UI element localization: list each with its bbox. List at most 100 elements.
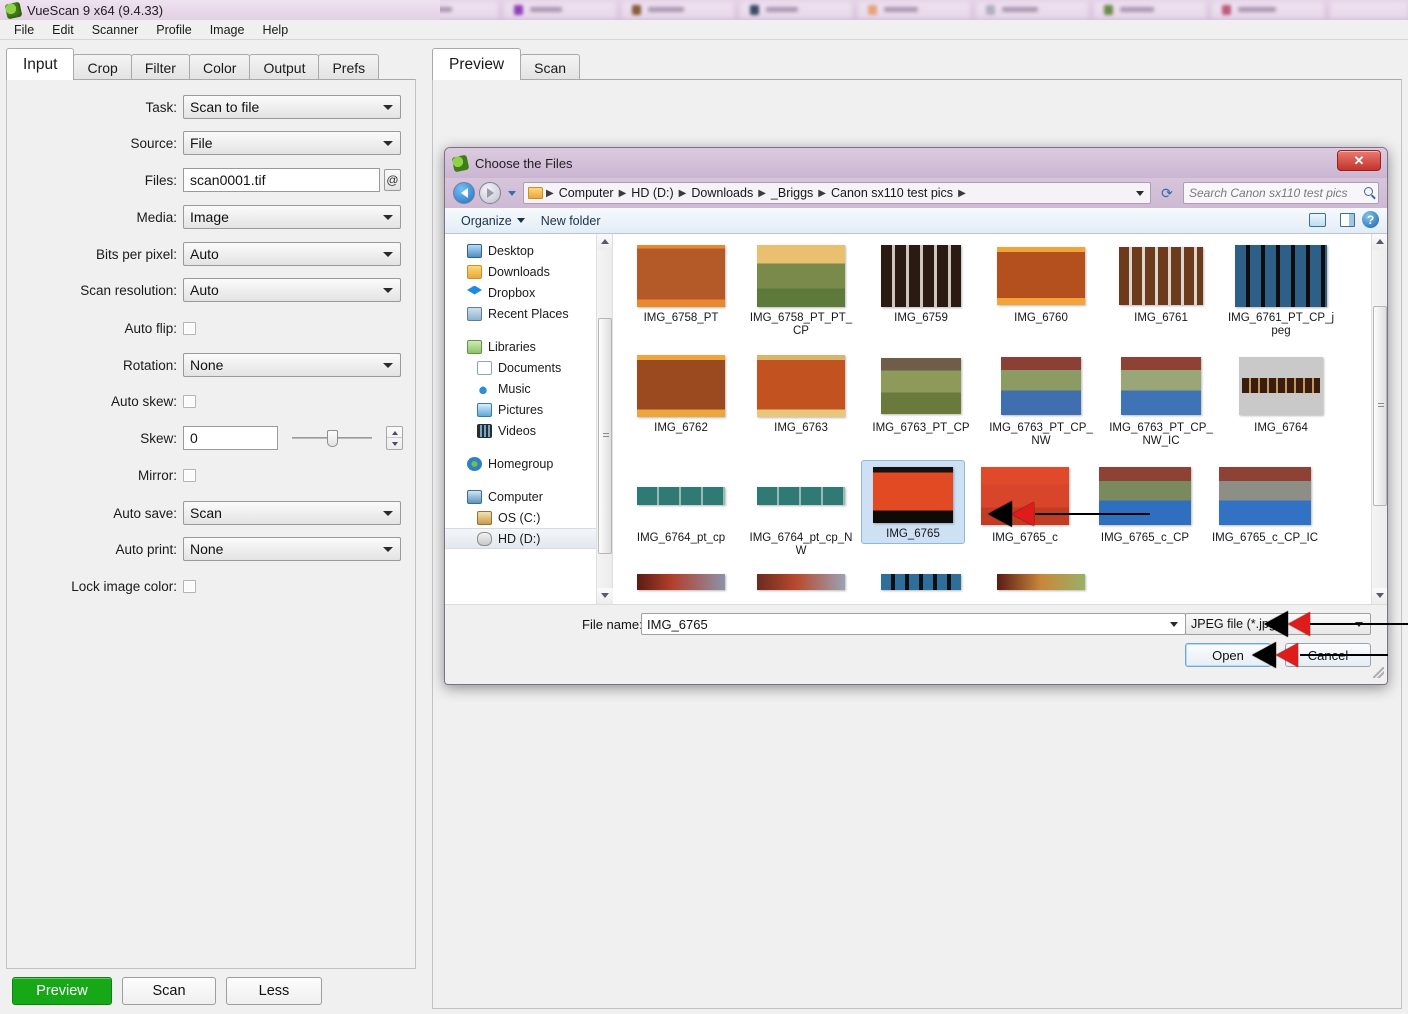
auto-save-combo[interactable]: Scan xyxy=(183,501,401,525)
back-button[interactable] xyxy=(453,182,475,204)
rotation-combo[interactable]: None xyxy=(183,353,401,377)
scrollbar-thumb[interactable] xyxy=(598,318,612,554)
file-item-img6758ptptcp[interactable]: IMG_6758_PT_PT_CP xyxy=(741,236,861,346)
scrollbar-thumb[interactable] xyxy=(1373,306,1387,506)
history-dropdown-icon[interactable] xyxy=(508,190,516,196)
scroll-up-icon[interactable] xyxy=(597,234,612,250)
tab-crop[interactable]: Crop xyxy=(73,54,132,80)
file-item-partial[interactable] xyxy=(621,566,741,590)
file-item-img6761ptcpjpeg[interactable]: IMG_6761_PT_CP_jpeg xyxy=(1221,236,1341,346)
refresh-icon[interactable]: ⟳ xyxy=(1155,182,1179,204)
file-item-partial[interactable] xyxy=(981,566,1101,590)
nav-item-documents[interactable]: Documents xyxy=(445,357,612,378)
file-item-partial[interactable] xyxy=(861,566,981,590)
skew-stepper-up[interactable] xyxy=(387,427,402,438)
search-input[interactable]: Search Canon sx110 test pics xyxy=(1183,182,1379,204)
menubar[interactable]: File Edit Scanner Profile Image Help xyxy=(0,20,1408,40)
organize-button[interactable]: Organize xyxy=(453,214,533,228)
file-item-img6764ptcp[interactable]: IMG_6764_pt_cp xyxy=(621,456,741,566)
nav-item-libraries[interactable]: Libraries xyxy=(445,336,612,357)
file-item-img6762[interactable]: IMG_6762 xyxy=(621,346,741,456)
breadcrumb-downloads[interactable]: Downloads xyxy=(687,186,757,200)
tab-scan[interactable]: Scan xyxy=(520,54,581,80)
nav-item-computer[interactable]: Computer xyxy=(445,486,612,507)
file-item-img6763ptcp[interactable]: IMG_6763_PT_CP xyxy=(861,346,981,456)
scroll-down-icon[interactable] xyxy=(597,588,613,604)
menu-item-profile[interactable]: Profile xyxy=(148,22,199,38)
scan-button[interactable]: Scan xyxy=(122,977,216,1005)
nav-item-homegroup[interactable]: Homegroup xyxy=(445,453,612,474)
auto-skew-checkbox[interactable] xyxy=(183,394,196,408)
skew-slider[interactable] xyxy=(292,426,372,450)
breadcrumb-canon-folder[interactable]: Canon sx110 test pics xyxy=(827,186,957,200)
forward-button[interactable] xyxy=(479,182,501,204)
files-at-button[interactable]: @ xyxy=(384,169,401,191)
settings-tabstrip[interactable]: Input Crop Filter Color Output Prefs xyxy=(6,48,416,80)
skew-input[interactable]: 0 xyxy=(183,426,278,450)
resize-grip-icon[interactable] xyxy=(1373,667,1384,678)
file-item-img6759[interactable]: IMG_6759 xyxy=(861,236,981,346)
nav-item-downloads[interactable]: Downloads xyxy=(445,261,612,282)
navpane-scrollbar[interactable] xyxy=(596,234,613,604)
menu-item-help[interactable]: Help xyxy=(254,22,296,38)
nav-item-dropbox[interactable]: Dropbox xyxy=(445,282,612,303)
preview-button[interactable]: Preview xyxy=(12,977,112,1005)
nav-item-recent-places[interactable]: Recent Places xyxy=(445,303,612,324)
nav-item-desktop[interactable]: Desktop xyxy=(445,240,612,261)
preview-tabstrip[interactable]: Preview Scan xyxy=(432,48,1032,80)
menu-item-image[interactable]: Image xyxy=(202,22,253,38)
preview-pane-icon[interactable] xyxy=(1340,212,1355,227)
file-item-img6758pt[interactable]: IMG_6758_PT xyxy=(621,236,741,346)
file-item-img6763ptcpnw[interactable]: IMG_6763_PT_CP_NW xyxy=(981,346,1101,456)
file-item-img6763ptcpnwic[interactable]: IMG_6763_PT_CP_NW_IC xyxy=(1101,346,1221,456)
breadcrumb-briggs[interactable]: _Briggs xyxy=(767,186,817,200)
menu-item-edit[interactable]: Edit xyxy=(44,22,82,38)
chevron-down-icon[interactable] xyxy=(1170,622,1178,627)
media-combo[interactable]: Image xyxy=(183,205,401,229)
bits-per-pixel-combo[interactable]: Auto xyxy=(183,242,401,266)
scroll-down-icon[interactable] xyxy=(1372,588,1387,604)
file-item-img6763[interactable]: IMG_6763 xyxy=(741,346,861,456)
menu-item-scanner[interactable]: Scanner xyxy=(84,22,147,38)
lock-image-color-checkbox[interactable] xyxy=(183,579,196,593)
file-item-img6764[interactable]: IMG_6764 xyxy=(1221,346,1341,456)
tab-color[interactable]: Color xyxy=(188,54,251,80)
source-combo[interactable]: File xyxy=(183,131,401,155)
close-icon[interactable]: ✕ xyxy=(1337,150,1381,171)
auto-flip-checkbox[interactable] xyxy=(183,321,196,335)
breadcrumb-computer[interactable]: Computer xyxy=(555,186,618,200)
less-button[interactable]: Less xyxy=(226,977,322,1005)
breadcrumb-hd-d[interactable]: HD (D:) xyxy=(627,186,677,200)
scroll-up-icon[interactable] xyxy=(1372,234,1387,250)
file-item-img6760[interactable]: IMG_6760 xyxy=(981,236,1101,346)
nav-item-music[interactable]: Music xyxy=(445,378,612,399)
files-input[interactable]: scan0001.tif xyxy=(183,168,380,192)
mirror-checkbox[interactable] xyxy=(183,468,196,482)
nav-item-videos[interactable]: Videos xyxy=(445,420,612,441)
tab-output[interactable]: Output xyxy=(249,54,320,80)
file-item-partial[interactable] xyxy=(741,566,861,590)
file-item-img6765-selected[interactable]: IMG_6765 xyxy=(861,460,965,544)
change-view-icon[interactable] xyxy=(1309,212,1326,227)
tab-input[interactable]: Input xyxy=(6,48,75,80)
skew-stepper-down[interactable] xyxy=(387,438,402,449)
file-name-input[interactable]: IMG_6765 xyxy=(641,613,1186,635)
skew-stepper[interactable] xyxy=(386,426,403,450)
breadcrumb[interactable]: ▶ Computer ▶ HD (D:) ▶ Downloads ▶ _Brig… xyxy=(523,182,1151,204)
auto-print-combo[interactable]: None xyxy=(183,537,401,561)
skew-slider-thumb[interactable] xyxy=(327,430,338,447)
chevron-down-icon[interactable] xyxy=(1136,191,1144,196)
file-list-view[interactable]: IMG_6758_PT IMG_6758_PT_PT_CP IMG_6759 I… xyxy=(613,234,1387,604)
file-item-img6761[interactable]: IMG_6761 xyxy=(1101,236,1221,346)
nav-item-pictures[interactable]: Pictures xyxy=(445,399,612,420)
file-list-scrollbar[interactable] xyxy=(1371,234,1387,604)
menu-item-file[interactable]: File xyxy=(6,22,42,38)
tab-prefs[interactable]: Prefs xyxy=(318,54,380,80)
new-folder-button[interactable]: New folder xyxy=(533,214,609,228)
task-combo[interactable]: Scan to file xyxy=(183,95,401,119)
tab-filter[interactable]: Filter xyxy=(130,54,190,80)
help-icon[interactable]: ? xyxy=(1362,211,1379,228)
file-item-img6764ptcpnw[interactable]: IMG_6764_pt_cp_NW xyxy=(741,456,861,566)
tab-preview[interactable]: Preview xyxy=(432,48,522,80)
file-item-img6765ccp[interactable]: IMG_6765_c_CP xyxy=(1085,456,1205,566)
